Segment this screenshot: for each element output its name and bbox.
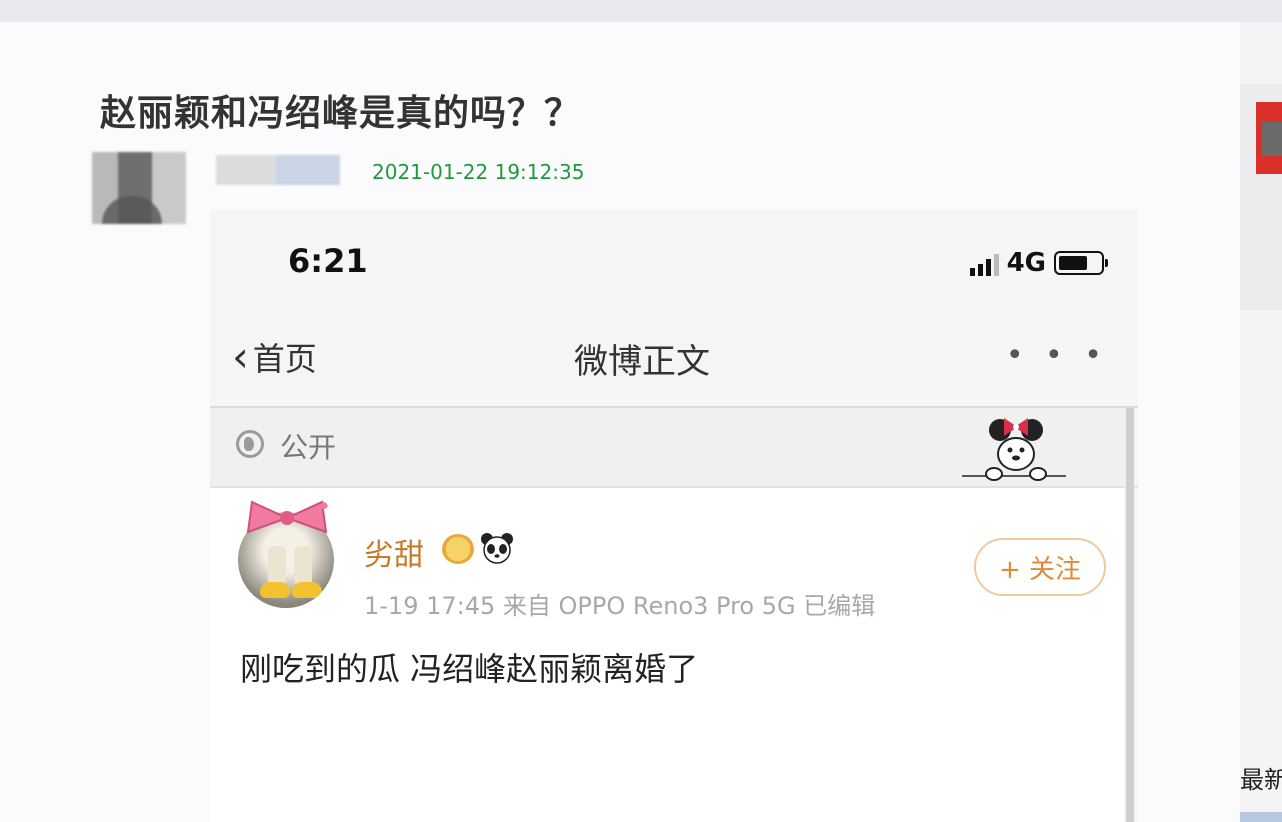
page-title: 赵丽颖和冯绍峰是真的吗？？ bbox=[100, 93, 582, 134]
sidebar-heading: 最新 bbox=[1240, 766, 1282, 794]
weibo-screenshot: 6:21 4G ‹ 首页 微博正文 • • • 公开 劣甜 1-19 17:45… bbox=[210, 210, 1138, 822]
status-indicators: 4G bbox=[969, 248, 1108, 278]
back-label: 首页 bbox=[252, 340, 317, 378]
globe-icon bbox=[236, 430, 264, 458]
panda-icon bbox=[481, 533, 513, 564]
post-timestamp: 2021-01-22 19:12:35 bbox=[372, 160, 585, 184]
nav-title: 微博正文 bbox=[574, 342, 710, 382]
user-name[interactable]: 劣甜 bbox=[364, 530, 424, 574]
more-icon[interactable]: • • • bbox=[1006, 341, 1108, 371]
author-avatar[interactable] bbox=[92, 152, 186, 224]
weibo-post-card: 劣甜 1-19 17:45 来自 OPPO Reno3 Pro 5G 已编辑 +… bbox=[210, 488, 1124, 822]
author-name-blurred[interactable] bbox=[216, 155, 340, 185]
battery-icon bbox=[1054, 251, 1108, 275]
follow-button[interactable]: + 关注 bbox=[974, 538, 1106, 596]
minnie-mouse-icon bbox=[962, 418, 1066, 481]
status-time: 6:21 bbox=[288, 242, 368, 280]
scrollbar[interactable] bbox=[1126, 408, 1134, 822]
signal-icon bbox=[969, 250, 999, 276]
chevron-left-icon: ‹ bbox=[232, 332, 249, 381]
sidebar-thumbnail[interactable] bbox=[1256, 102, 1282, 174]
back-button[interactable]: ‹ 首页 bbox=[232, 334, 317, 380]
visibility-bar: 公开 bbox=[210, 408, 1128, 486]
browser-top-strip bbox=[0, 0, 1282, 22]
visibility-label: 公开 bbox=[280, 431, 337, 464]
post-meta: 1-19 17:45 来自 OPPO Reno3 Pro 5G 已编辑 bbox=[364, 592, 876, 620]
sidebar-link-fragment[interactable] bbox=[1240, 812, 1282, 822]
network-label: 4G bbox=[1006, 248, 1046, 278]
pink-bow-icon bbox=[246, 500, 328, 534]
post-body: 刚吃到的瓜 冯绍峰赵丽颖离婚了 bbox=[240, 650, 699, 688]
crown-badge-icon bbox=[442, 534, 474, 564]
